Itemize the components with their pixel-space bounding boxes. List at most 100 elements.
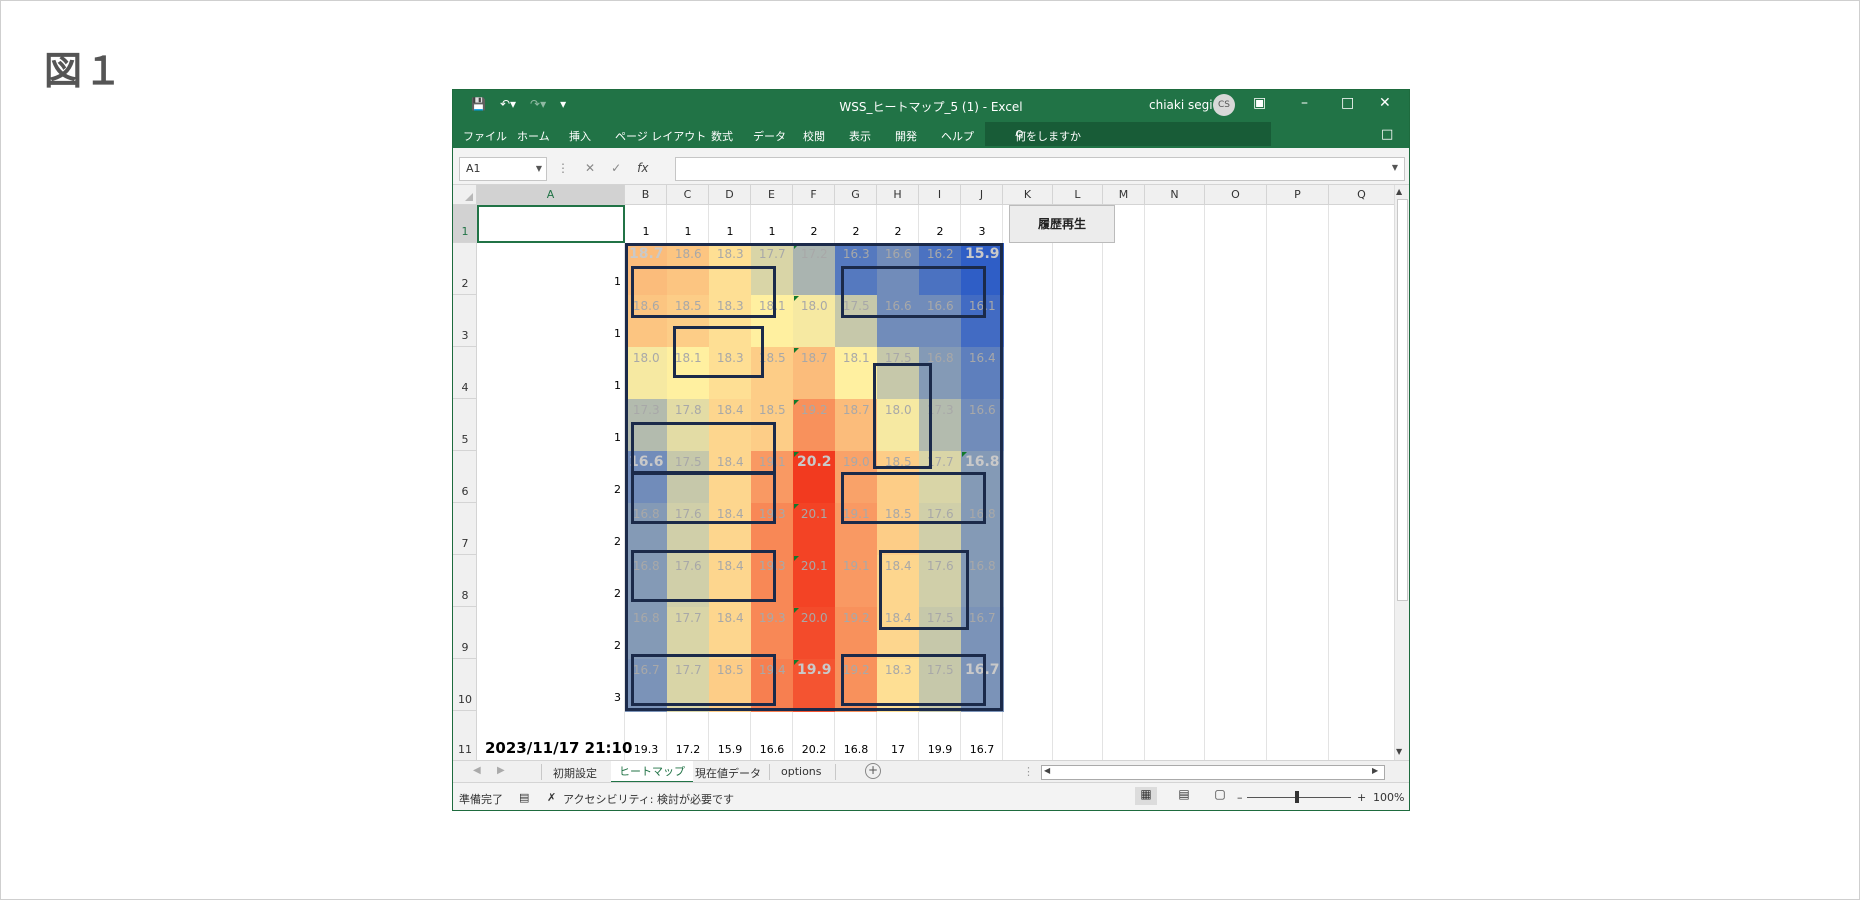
sheet-tab-initial-settings[interactable]: 初期設定 bbox=[553, 765, 597, 781]
seat-group-box[interactable] bbox=[631, 471, 777, 524]
tab-data[interactable]: データ bbox=[753, 128, 786, 144]
row-header-2[interactable]: 2 bbox=[453, 243, 477, 295]
seat-group-box[interactable] bbox=[673, 326, 764, 379]
sheet-next-icon[interactable]: ▶ bbox=[497, 765, 505, 776]
scroll-left-icon[interactable]: ◀ bbox=[1044, 766, 1050, 775]
seat-group-box[interactable] bbox=[879, 549, 970, 631]
zoom-in-icon[interactable]: + bbox=[1357, 791, 1366, 804]
horizontal-scrollbar[interactable]: ◀ ▶ bbox=[1041, 765, 1385, 780]
seat-group-box[interactable] bbox=[872, 362, 932, 470]
heatmap-cell[interactable]: 18.4 bbox=[709, 607, 752, 660]
seat-group-box[interactable] bbox=[841, 653, 987, 706]
column-header-k[interactable]: K bbox=[1003, 185, 1053, 205]
column-header-j[interactable]: J bbox=[961, 185, 1003, 205]
macro-record-icon[interactable]: ▤ bbox=[519, 791, 529, 804]
tab-page-layout[interactable]: ページ レイアウト bbox=[615, 128, 706, 144]
column-header-n[interactable]: N bbox=[1145, 185, 1205, 205]
row-header-10[interactable]: 10 bbox=[453, 659, 477, 711]
sheet-tab-current-values[interactable]: 現在値データ bbox=[695, 765, 761, 781]
worksheet-grid[interactable]: A B C D E F G H I J K L M N O P Q 1 2 3 4 5 6 7 8 9 10 11 1 1 1 1 2 2 2 2 3 履… bbox=[453, 185, 1399, 760]
heatmap-cell[interactable]: 16.6 bbox=[961, 399, 1004, 452]
scroll-up-icon[interactable]: ▲ bbox=[1396, 187, 1402, 196]
heatmap-cell[interactable]: 18.0 bbox=[793, 295, 836, 348]
column-header-q[interactable]: Q bbox=[1329, 185, 1395, 205]
heatmap-cell[interactable]: 20.0 bbox=[793, 607, 836, 660]
ribbon-display-icon[interactable]: ▣ bbox=[1253, 95, 1266, 111]
user-name[interactable]: chiaki segi bbox=[1149, 98, 1213, 112]
row-header-4[interactable]: 4 bbox=[453, 347, 477, 399]
maximize-icon[interactable]: □ bbox=[1341, 95, 1354, 111]
column-header-g[interactable]: G bbox=[835, 185, 877, 205]
sheet-tab-options[interactable]: options bbox=[781, 765, 822, 778]
heatmap-cell[interactable]: 18.1 bbox=[835, 347, 878, 400]
heatmap-cell[interactable]: 18.0 bbox=[625, 347, 668, 400]
selected-cell-a1[interactable] bbox=[477, 205, 625, 243]
add-sheet-icon[interactable]: + bbox=[865, 763, 881, 779]
column-header-l[interactable]: L bbox=[1053, 185, 1103, 205]
heatmap-cell[interactable]: 19.9 bbox=[793, 659, 836, 712]
heatmap-cell[interactable]: 19.2 bbox=[793, 399, 836, 452]
column-header-h[interactable]: H bbox=[877, 185, 919, 205]
name-box[interactable]: A1 ▼ bbox=[459, 157, 547, 181]
heatmap-cell[interactable]: 17.2 bbox=[793, 243, 836, 296]
heatmap-cell[interactable]: 19.3 bbox=[751, 607, 794, 660]
column-header-d[interactable]: D bbox=[709, 185, 751, 205]
expand-formula-icon[interactable]: ▼ bbox=[1392, 163, 1398, 172]
tab-help[interactable]: ヘルプ bbox=[941, 128, 974, 144]
column-header-f[interactable]: F bbox=[793, 185, 835, 205]
tab-review[interactable]: 校閲 bbox=[803, 128, 825, 144]
row-header-7[interactable]: 7 bbox=[453, 503, 477, 555]
accessibility-status[interactable]: アクセシビリティ: 検討が必要です bbox=[563, 791, 734, 807]
tell-me-box[interactable]: ⚲ 何をしますか bbox=[985, 122, 1271, 146]
page-break-view-icon[interactable]: ▢ bbox=[1209, 787, 1231, 805]
minimize-icon[interactable]: – bbox=[1301, 95, 1308, 111]
vertical-scrollbar[interactable]: ▲ ▼ bbox=[1394, 185, 1409, 760]
page-layout-view-icon[interactable]: ▤ bbox=[1173, 787, 1195, 805]
column-header-a[interactable]: A bbox=[477, 185, 625, 205]
seat-group-box[interactable] bbox=[631, 549, 777, 602]
comments-icon[interactable]: □ bbox=[1381, 127, 1393, 142]
heatmap-cell[interactable]: 16.4 bbox=[961, 347, 1004, 400]
heatmap-cell[interactable]: 17.7 bbox=[667, 607, 710, 660]
chevron-down-icon[interactable]: ▼ bbox=[530, 158, 542, 180]
heatmap-cell[interactable]: 20.1 bbox=[793, 503, 836, 556]
seat-group-box[interactable] bbox=[631, 266, 777, 319]
row-header-5[interactable]: 5 bbox=[453, 399, 477, 451]
column-header-i[interactable]: I bbox=[919, 185, 961, 205]
scroll-right-icon[interactable]: ▶ bbox=[1372, 766, 1378, 775]
zoom-slider-knob[interactable] bbox=[1295, 791, 1299, 803]
column-header-o[interactable]: O bbox=[1205, 185, 1267, 205]
vertical-scroll-thumb[interactable] bbox=[1397, 199, 1408, 601]
heatmap-cell[interactable]: 20.2 bbox=[793, 451, 836, 504]
sheet-prev-icon[interactable]: ◀ bbox=[473, 765, 481, 776]
zoom-level[interactable]: 100% bbox=[1373, 791, 1404, 804]
heatmap-cell[interactable]: 18.7 bbox=[835, 399, 878, 452]
select-all-corner[interactable] bbox=[453, 185, 477, 205]
seat-group-box[interactable] bbox=[631, 422, 777, 475]
tab-file[interactable]: ファイル bbox=[463, 128, 507, 144]
replay-history-button[interactable]: 履歴再生 bbox=[1009, 205, 1115, 243]
heatmap-cell[interactable]: 20.1 bbox=[793, 555, 836, 608]
tab-splitter-icon[interactable]: ⋮ bbox=[1023, 765, 1034, 778]
column-header-c[interactable]: C bbox=[667, 185, 709, 205]
seat-group-box[interactable] bbox=[631, 653, 777, 706]
tab-view[interactable]: 表示 bbox=[849, 128, 871, 144]
insert-function-icon[interactable]: fx bbox=[637, 161, 648, 175]
row-header-11[interactable]: 11 bbox=[453, 711, 477, 760]
normal-view-icon[interactable]: ▦ bbox=[1135, 787, 1157, 805]
cancel-icon[interactable]: ✕ bbox=[585, 161, 595, 175]
row-header-1[interactable]: 1 bbox=[453, 205, 477, 243]
close-icon[interactable]: ✕ bbox=[1379, 95, 1391, 111]
heatmap-cell[interactable]: 19.2 bbox=[835, 607, 878, 660]
column-header-p[interactable]: P bbox=[1267, 185, 1329, 205]
row-header-6[interactable]: 6 bbox=[453, 451, 477, 503]
heatmap-cell[interactable]: 16.8 bbox=[625, 607, 668, 660]
tab-insert[interactable]: 挿入 bbox=[569, 128, 591, 144]
seat-group-box[interactable] bbox=[841, 266, 987, 319]
zoom-slider[interactable] bbox=[1247, 791, 1351, 803]
sheet-tab-heatmap[interactable]: ヒートマップ bbox=[611, 761, 693, 783]
column-header-b[interactable]: B bbox=[625, 185, 667, 205]
heatmap-cell[interactable]: 18.7 bbox=[793, 347, 836, 400]
enter-icon[interactable]: ✓ bbox=[611, 161, 621, 175]
heatmap-cell[interactable]: 19.1 bbox=[835, 555, 878, 608]
